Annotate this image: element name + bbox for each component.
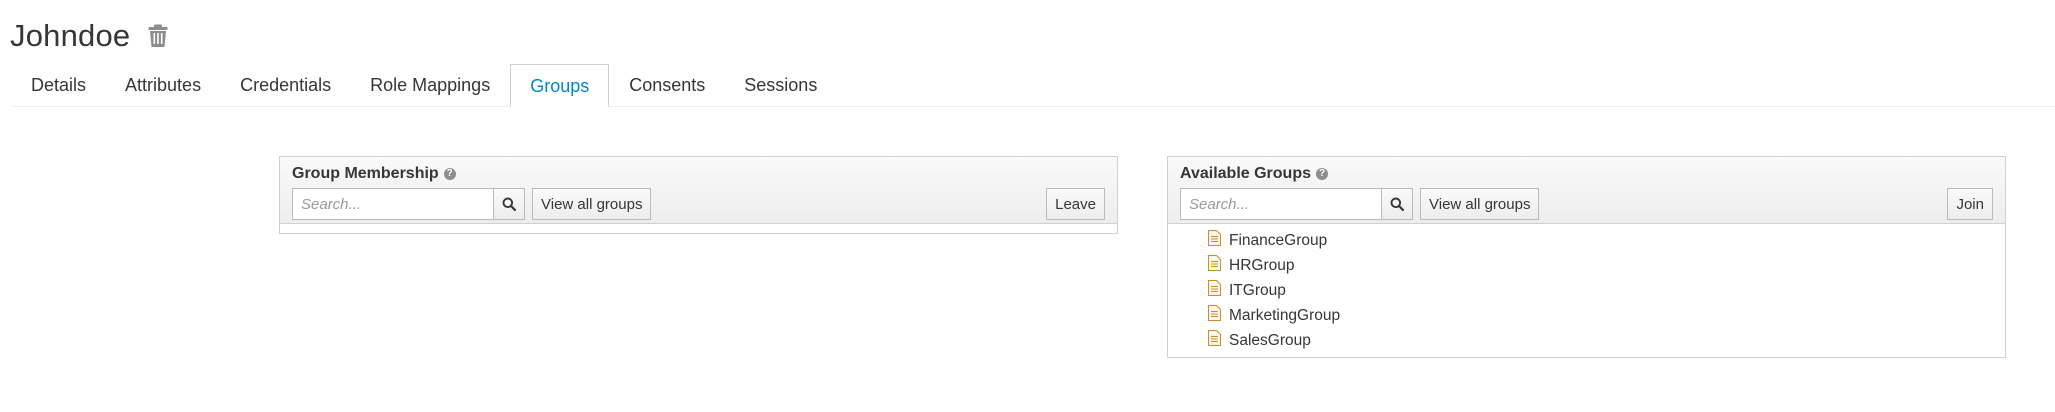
- page-title: Johndoe: [10, 18, 131, 53]
- join-button[interactable]: Join: [1947, 188, 1993, 220]
- tree-item-group[interactable]: MarketingGroup: [1168, 303, 2005, 328]
- view-all-groups-button[interactable]: View all groups: [1420, 188, 1540, 220]
- group-membership-search-input[interactable]: [292, 188, 494, 220]
- available-groups-title-wrap: Available Groups ?: [1180, 165, 1328, 183]
- group-membership-search: [292, 188, 525, 220]
- page-header: Johndoe: [10, 14, 168, 58]
- leave-button[interactable]: Leave: [1046, 188, 1105, 220]
- tree-item-label: FinanceGroup: [1229, 231, 1328, 249]
- tree-item-label: MarketingGroup: [1229, 306, 1341, 324]
- available-groups-search: [1180, 188, 1413, 220]
- search-icon: [1390, 197, 1404, 211]
- tab-role-mappings[interactable]: Role Mappings: [351, 64, 509, 106]
- search-button[interactable]: [494, 188, 525, 220]
- search-button[interactable]: [1382, 188, 1413, 220]
- document-icon: [1208, 330, 1221, 351]
- tab-attributes[interactable]: Attributes: [106, 64, 220, 106]
- help-icon[interactable]: ?: [443, 168, 456, 180]
- tree-item-group[interactable]: ITGroup: [1168, 278, 2005, 303]
- group-membership-title-wrap: Group Membership ?: [292, 165, 456, 183]
- user-tabs: Details Attributes Credentials Role Mapp…: [12, 64, 2055, 107]
- trash-icon[interactable]: [148, 24, 168, 53]
- tree-item-label: HRGroup: [1229, 256, 1295, 274]
- document-icon: [1208, 280, 1221, 301]
- search-icon: [502, 197, 516, 211]
- tree-item-label: ITGroup: [1229, 281, 1286, 299]
- tab-details[interactable]: Details: [12, 64, 105, 106]
- document-icon: [1208, 305, 1221, 326]
- group-membership-header: Group Membership ? View all groups Leave: [280, 157, 1117, 224]
- tab-credentials[interactable]: Credentials: [221, 64, 350, 106]
- tree-item-group[interactable]: HRGroup: [1168, 253, 2005, 278]
- group-membership-panel: Group Membership ? View all groups Leave: [279, 156, 1118, 234]
- available-groups-title: Available Groups: [1180, 165, 1311, 182]
- document-icon: [1208, 230, 1221, 251]
- tab-groups[interactable]: Groups: [510, 64, 610, 107]
- tab-sessions[interactable]: Sessions: [725, 64, 836, 106]
- available-groups-header: Available Groups ? View all groups Join: [1168, 157, 2005, 224]
- view-all-groups-button[interactable]: View all groups: [532, 188, 652, 220]
- group-membership-title: Group Membership: [292, 165, 439, 182]
- tree-item-label: SalesGroup: [1229, 331, 1311, 349]
- available-groups-tree: FinanceGroup HRGroup ITGroup MarketingGr…: [1168, 224, 2005, 353]
- available-groups-search-input[interactable]: [1180, 188, 1382, 220]
- tree-item-group[interactable]: SalesGroup: [1168, 328, 2005, 353]
- tab-consents[interactable]: Consents: [610, 64, 724, 106]
- tree-item-group[interactable]: FinanceGroup: [1168, 228, 2005, 253]
- available-groups-panel: Available Groups ? View all groups Join …: [1167, 156, 2006, 358]
- document-icon: [1208, 255, 1221, 276]
- help-icon[interactable]: ?: [1316, 168, 1328, 180]
